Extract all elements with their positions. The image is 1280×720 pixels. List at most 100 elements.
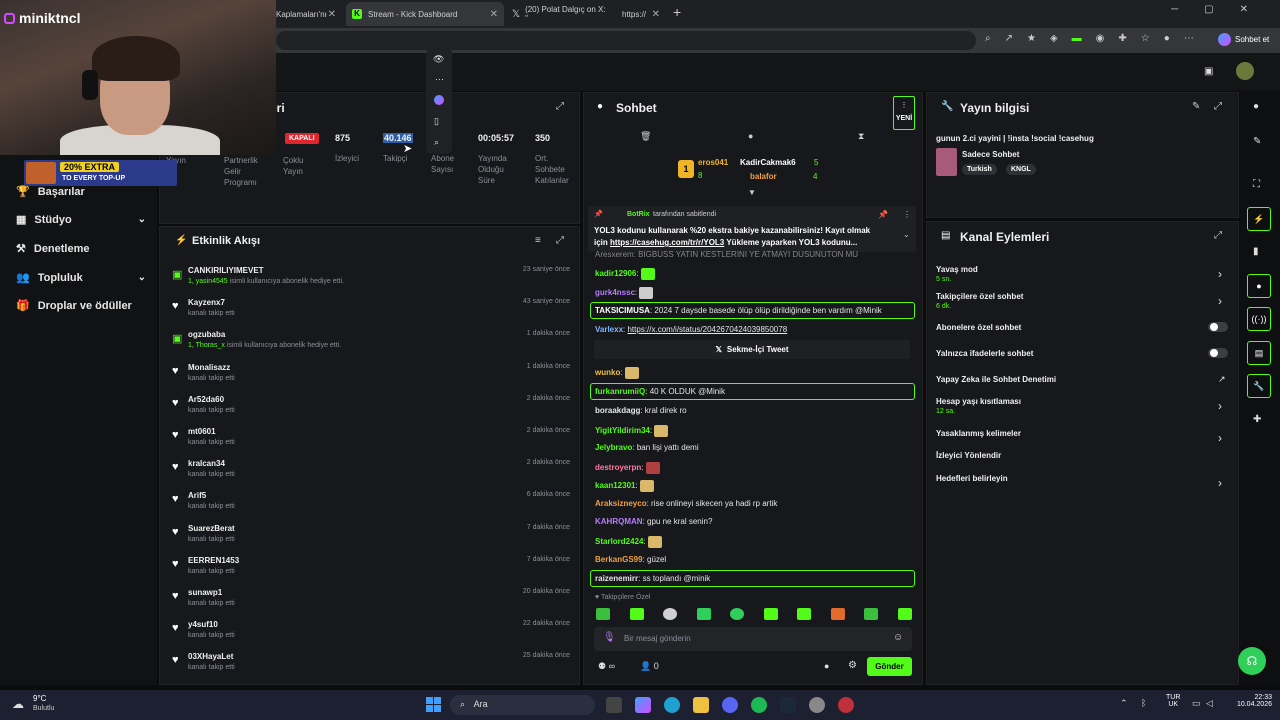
pencil-icon[interactable]: ✎: [1253, 136, 1261, 147]
puzzle-icon[interactable]: ✚: [1253, 414, 1261, 425]
emote-icon[interactable]: [763, 608, 778, 620]
edge-icon[interactable]: [664, 697, 680, 713]
bluetooth-icon[interactable]: ᛒ: [1141, 698, 1146, 708]
activity-username[interactable]: Arif5: [188, 491, 206, 500]
more-icon[interactable]: ⋯: [435, 74, 444, 85]
chat-username[interactable]: YigitYildirim34: [595, 426, 650, 435]
copilot-icon[interactable]: [434, 95, 444, 105]
popout-icon[interactable]: ⤢: [556, 235, 564, 246]
chat-username[interactable]: Starlord2424: [595, 537, 643, 546]
channel-action-item[interactable]: Takipçilere özel sohbet 6 dk.: [936, 292, 1023, 310]
avatar[interactable]: ●: [1164, 33, 1170, 44]
chat-username[interactable]: destroyerpn: [595, 463, 641, 472]
emote-icon[interactable]: [897, 608, 912, 620]
pin-icon[interactable]: 📌: [878, 210, 888, 219]
windows-start-icon[interactable]: [426, 697, 441, 712]
trash-icon[interactable]: 🗑: [640, 131, 651, 142]
chevron-down-icon[interactable]: ⌄: [903, 230, 910, 239]
sidebar-item-basarilar[interactable]: 🏆 Başarılar: [16, 185, 146, 199]
share-icon[interactable]: ↗: [1005, 33, 1013, 44]
tray-chevron-icon[interactable]: ⌃: [1120, 698, 1128, 709]
chat-username[interactable]: boraakdagg: [595, 406, 640, 415]
toggle-switch[interactable]: [1208, 322, 1228, 332]
chat-message-text[interactable]: https://x.com/i/status/20426704240398500…: [627, 325, 787, 334]
chat-username[interactable]: gurk4nssc: [595, 288, 635, 297]
edit-icon[interactable]: ✎: [1192, 101, 1200, 112]
wrench-button[interactable]: 🔧: [1247, 374, 1271, 398]
popout-icon[interactable]: ⤢: [1214, 230, 1222, 241]
chat-username[interactable]: wunko: [595, 368, 620, 377]
browser-tab[interactable]: Kaplamaları'nı ✕: [270, 2, 342, 26]
puzzle-icon[interactable]: ✚: [1118, 33, 1126, 44]
emote-icon[interactable]: [696, 608, 711, 620]
channel-action-item[interactable]: Hedefleri belirleyin: [936, 474, 1008, 483]
extension-icon[interactable]: ◈: [1050, 33, 1058, 44]
sidebar-item-denetleme[interactable]: ⚒ Denetleme: [16, 242, 146, 256]
activity-username[interactable]: Monalisazz: [188, 363, 230, 372]
users-icon[interactable]: ⚉ ∞: [598, 661, 615, 672]
chat-username[interactable]: kaan12301: [595, 481, 635, 490]
emote-icon[interactable]: [830, 608, 845, 620]
channel-action-item[interactable]: Yasaklanmış kelimeler: [936, 429, 1021, 438]
activity-username[interactable]: Kayzenx7: [188, 298, 225, 307]
sidebar-item-droplar[interactable]: 🎁 Droplar ve ödüller: [16, 299, 146, 313]
activity-username[interactable]: Ar52da60: [188, 395, 224, 404]
chat-username[interactable]: Varlexx: [595, 325, 623, 334]
popout-icon[interactable]: ⤢: [1214, 101, 1222, 112]
hide-icon[interactable]: 👁: [433, 54, 444, 65]
close-icon[interactable]: ✕: [652, 9, 660, 20]
hourglass-icon[interactable]: ⧗: [858, 131, 864, 142]
emote-icon[interactable]: [730, 608, 745, 620]
new-tab-button[interactable]: +: [673, 4, 681, 20]
emote-icon[interactable]: [596, 608, 610, 620]
browser-tab-active[interactable]: K Stream - Kick Dashboard ✕: [346, 2, 504, 26]
popout-icon[interactable]: ⤢: [556, 101, 564, 112]
sidebar-item-studyo[interactable]: ▦ Stüdyo ⌄: [16, 213, 146, 227]
minimize-icon[interactable]: ─: [1171, 4, 1178, 15]
chevron-right-icon[interactable]: ›: [1218, 399, 1222, 413]
copilot-icon[interactable]: [635, 697, 651, 713]
tweet-embed[interactable]: 𝕏 Sekme-İçi Tweet: [594, 340, 910, 359]
activity-username[interactable]: 03XHayaLet: [188, 652, 233, 661]
zoom-icon[interactable]: ⌕: [985, 33, 991, 44]
spotify-icon[interactable]: [751, 697, 767, 713]
url-field[interactable]: [276, 31, 976, 50]
copy-icon[interactable]: ▯: [434, 116, 439, 127]
chat-bubble-icon[interactable]: ●: [824, 661, 829, 671]
copilot-button[interactable]: Sohbet et: [1218, 33, 1269, 46]
send-button[interactable]: Gönder: [867, 657, 912, 676]
taskbar-search[interactable]: ⌕ Ara: [450, 695, 595, 715]
steam-icon[interactable]: [780, 697, 796, 713]
chat-username[interactable]: KAHRQMAN: [595, 517, 643, 526]
help-button[interactable]: ☊: [1238, 647, 1266, 675]
chat-username[interactable]: kadir12906: [595, 269, 636, 278]
channel-action-item[interactable]: Abonelere özel sohbet: [936, 323, 1021, 332]
discord-icon[interactable]: [722, 697, 738, 713]
channel-action-item[interactable]: Hesap yaşı kısıtlaması 12 sa.: [936, 397, 1021, 415]
clock[interactable]: 22:33 10.04.2026: [1228, 694, 1272, 708]
chevron-right-icon[interactable]: ›: [1218, 294, 1222, 308]
avatar[interactable]: [1236, 62, 1254, 80]
mic-icon[interactable]: 🎙: [603, 632, 616, 643]
activity-username[interactable]: CANKIRILIYIMEVET: [188, 266, 264, 275]
chat-username[interactable]: furkanrumiiQ: [595, 387, 645, 396]
channel-action-item[interactable]: Yavaş mod 5 sn.: [936, 265, 978, 283]
star-icon[interactable]: ★: [1027, 33, 1036, 44]
activity-username[interactable]: sunawp1: [188, 588, 222, 597]
browser-tab[interactable]: 𝕏 (20) Polat Dalgıç on X: ": [506, 2, 616, 26]
chevron-right-icon[interactable]: ›: [1218, 431, 1222, 445]
chat-username[interactable]: BerkanGS99: [595, 555, 643, 564]
language-indicator[interactable]: TUR UK: [1166, 694, 1180, 708]
chat-username[interactable]: Araksizneyco: [595, 499, 647, 508]
emote-icon[interactable]: [797, 608, 812, 620]
chevron-right-icon[interactable]: ›: [1218, 476, 1222, 490]
activity-username[interactable]: mt0601: [188, 427, 216, 436]
sidebar-item-topluluk[interactable]: 👥 Topluluk ⌄: [16, 271, 146, 285]
network-icon[interactable]: ▭: [1192, 698, 1201, 709]
info-icon[interactable]: ●: [1253, 101, 1259, 112]
activity-username[interactable]: ogzubaba: [188, 330, 225, 339]
copy-icon[interactable]: ▮: [1253, 246, 1259, 257]
chat-button[interactable]: ●: [1247, 274, 1271, 298]
activity-username[interactable]: SuarezBerat: [188, 524, 235, 533]
menu-icon[interactable]: ⋯: [1184, 33, 1194, 44]
